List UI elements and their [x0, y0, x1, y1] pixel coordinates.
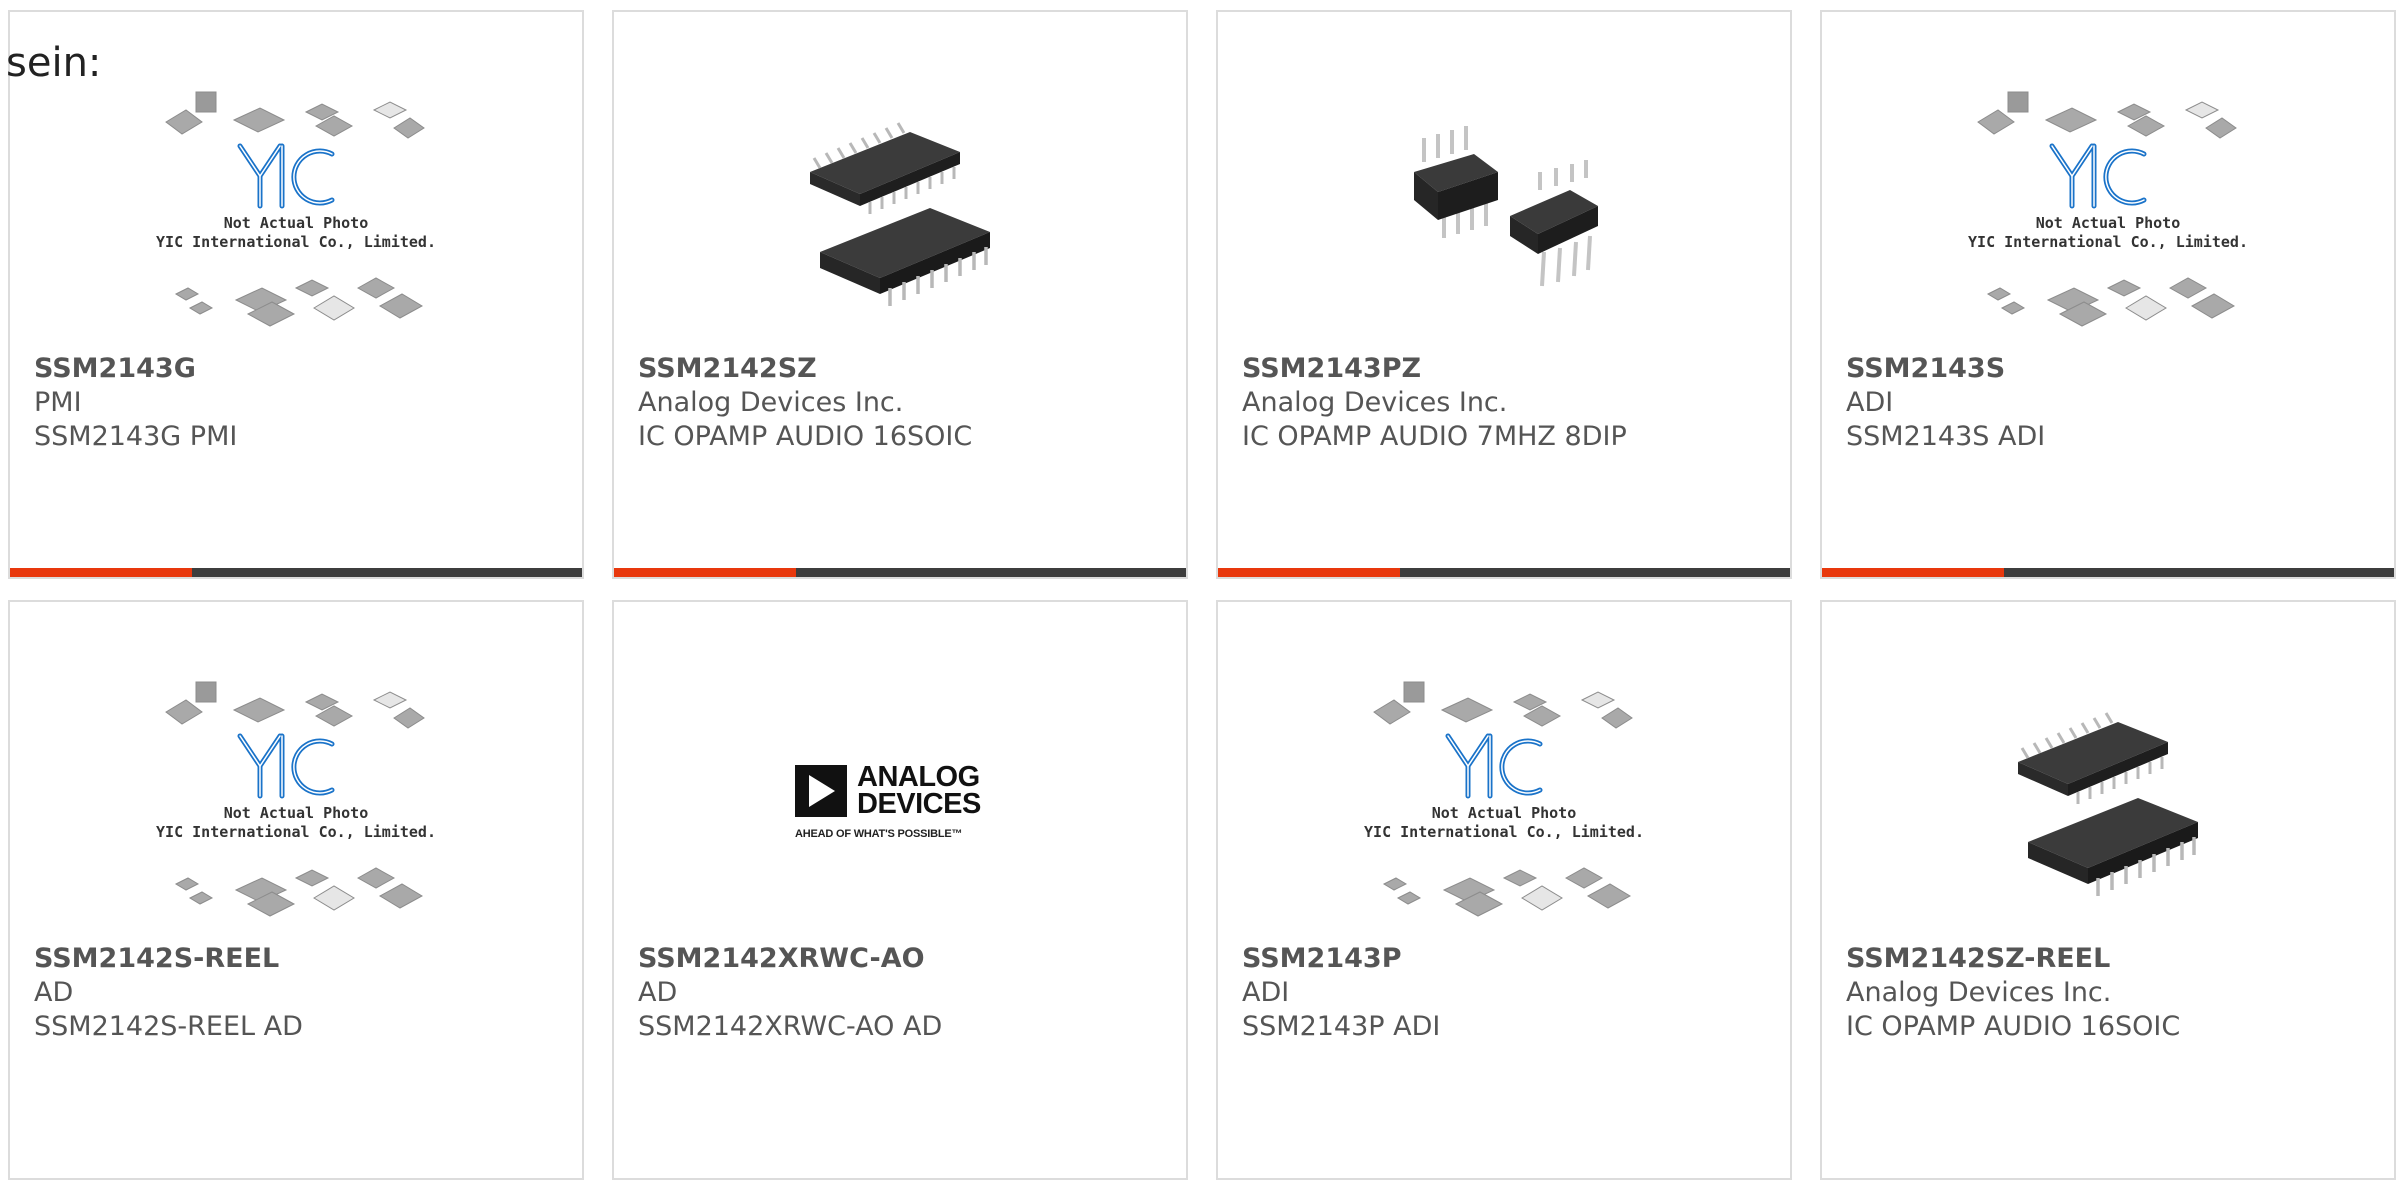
- not-actual-photo-icon: [156, 82, 436, 342]
- description: SSM2142S-REEL AD: [34, 1011, 303, 1042]
- photo-caption-line1: Not Actual Photo: [2035, 214, 2181, 232]
- card-footer-bar: [1218, 568, 1790, 577]
- product-image[interactable]: Not Actual Photo YIC International Co., …: [10, 72, 582, 352]
- card-footer-bar: [1822, 568, 2394, 577]
- product-card[interactable]: Not Actual Photo YIC International Co., …: [8, 600, 584, 1180]
- card-accent: [1822, 568, 2004, 577]
- description: SSM2142XRWC-AO AD: [638, 1011, 943, 1042]
- description: IC OPAMP AUDIO 16SOIC: [1846, 1011, 2181, 1042]
- logo-tagline: AHEAD OF WHAT'S POSSIBLE™: [795, 828, 963, 840]
- part-number[interactable]: SSM2143PZ: [1242, 352, 1774, 386]
- manufacturer: AD: [638, 977, 678, 1008]
- photo-caption-line1: Not Actual Photo: [1431, 804, 1577, 822]
- product-image[interactable]: Not Actual Photo YIC International Co., …: [10, 662, 582, 942]
- card-accent: [10, 568, 192, 577]
- not-actual-photo-icon: [156, 672, 436, 932]
- part-number[interactable]: SSM2142XRWC-AO: [638, 942, 1170, 976]
- part-number[interactable]: SSM2142S-REEL: [34, 942, 566, 976]
- product-card[interactable]: Not Actual Photo YIC International Co., …: [1216, 600, 1792, 1180]
- product-image[interactable]: ANALOG DEVICES AHEAD OF WHAT'S POSSIBLE™: [614, 662, 1186, 942]
- product-image[interactable]: Not Actual Photo YIC International Co., …: [1218, 662, 1790, 942]
- product-image[interactable]: Not Actual Photo YIC International Co., …: [1822, 72, 2394, 352]
- card-accent: [1218, 568, 1400, 577]
- manufacturer: Analog Devices Inc.: [1242, 387, 1508, 418]
- photo-caption-line1: Not Actual Photo: [223, 804, 369, 822]
- play-triangle-icon: [795, 765, 847, 817]
- manufacturer: PMI: [34, 387, 82, 418]
- description: SSM2143G PMI: [34, 421, 238, 452]
- photo-caption-line2: YIC International Co., Limited.: [1968, 233, 2248, 251]
- photo-caption-line1: Not Actual Photo: [223, 214, 369, 232]
- logo-line1: ANALOG: [857, 761, 980, 793]
- analog-devices-logo: ANALOG DEVICES AHEAD OF WHAT'S POSSIBLE™: [795, 761, 1005, 840]
- not-actual-photo-icon: [1364, 672, 1644, 932]
- card-footer-bar: [614, 568, 1186, 577]
- product-card[interactable]: SSM2142SZ Analog Devices Inc. IC OPAMP A…: [612, 10, 1188, 579]
- product-card[interactable]: Not Actual Photo YIC International Co., …: [8, 10, 584, 579]
- product-image[interactable]: [1822, 662, 2394, 942]
- part-number[interactable]: SSM2143S: [1846, 352, 2378, 386]
- photo-caption-line2: YIC International Co., Limited.: [1364, 823, 1644, 841]
- product-card[interactable]: Not Actual Photo YIC International Co., …: [1820, 10, 2396, 579]
- soic16-chip-icon: [1998, 692, 2218, 912]
- dip8-chip-icon: [1394, 102, 1614, 322]
- photo-caption-line2: YIC International Co., Limited.: [156, 823, 436, 841]
- manufacturer: ADI: [1242, 977, 1290, 1008]
- part-number[interactable]: SSM2142SZ-REEL: [1846, 942, 2378, 976]
- manufacturer: ADI: [1846, 387, 1894, 418]
- part-number[interactable]: SSM2143P: [1242, 942, 1774, 976]
- product-image[interactable]: [614, 72, 1186, 352]
- soic16-chip-icon: [790, 102, 1010, 322]
- description: IC OPAMP AUDIO 7MHZ 8DIP: [1242, 421, 1627, 452]
- product-card[interactable]: ANALOG DEVICES AHEAD OF WHAT'S POSSIBLE™…: [612, 600, 1188, 1180]
- card-accent: [614, 568, 796, 577]
- product-card[interactable]: SSM2143PZ Analog Devices Inc. IC OPAMP A…: [1216, 10, 1792, 579]
- card-footer-bar: [10, 568, 582, 577]
- product-card[interactable]: SSM2142SZ-REEL Analog Devices Inc. IC OP…: [1820, 600, 2396, 1180]
- photo-caption-line2: YIC International Co., Limited.: [156, 233, 436, 251]
- not-actual-photo-icon: [1968, 82, 2248, 342]
- description: IC OPAMP AUDIO 16SOIC: [638, 421, 973, 452]
- part-number[interactable]: SSM2142SZ: [638, 352, 1170, 386]
- logo-line2: DEVICES: [857, 788, 981, 820]
- intro-text: sein:: [6, 40, 102, 86]
- product-image[interactable]: [1218, 72, 1790, 352]
- part-number[interactable]: SSM2143G: [34, 352, 566, 386]
- description: SSM2143P ADI: [1242, 1011, 1441, 1042]
- manufacturer: Analog Devices Inc.: [638, 387, 904, 418]
- description: SSM2143S ADI: [1846, 421, 2046, 452]
- manufacturer: AD: [34, 977, 74, 1008]
- manufacturer: Analog Devices Inc.: [1846, 977, 2112, 1008]
